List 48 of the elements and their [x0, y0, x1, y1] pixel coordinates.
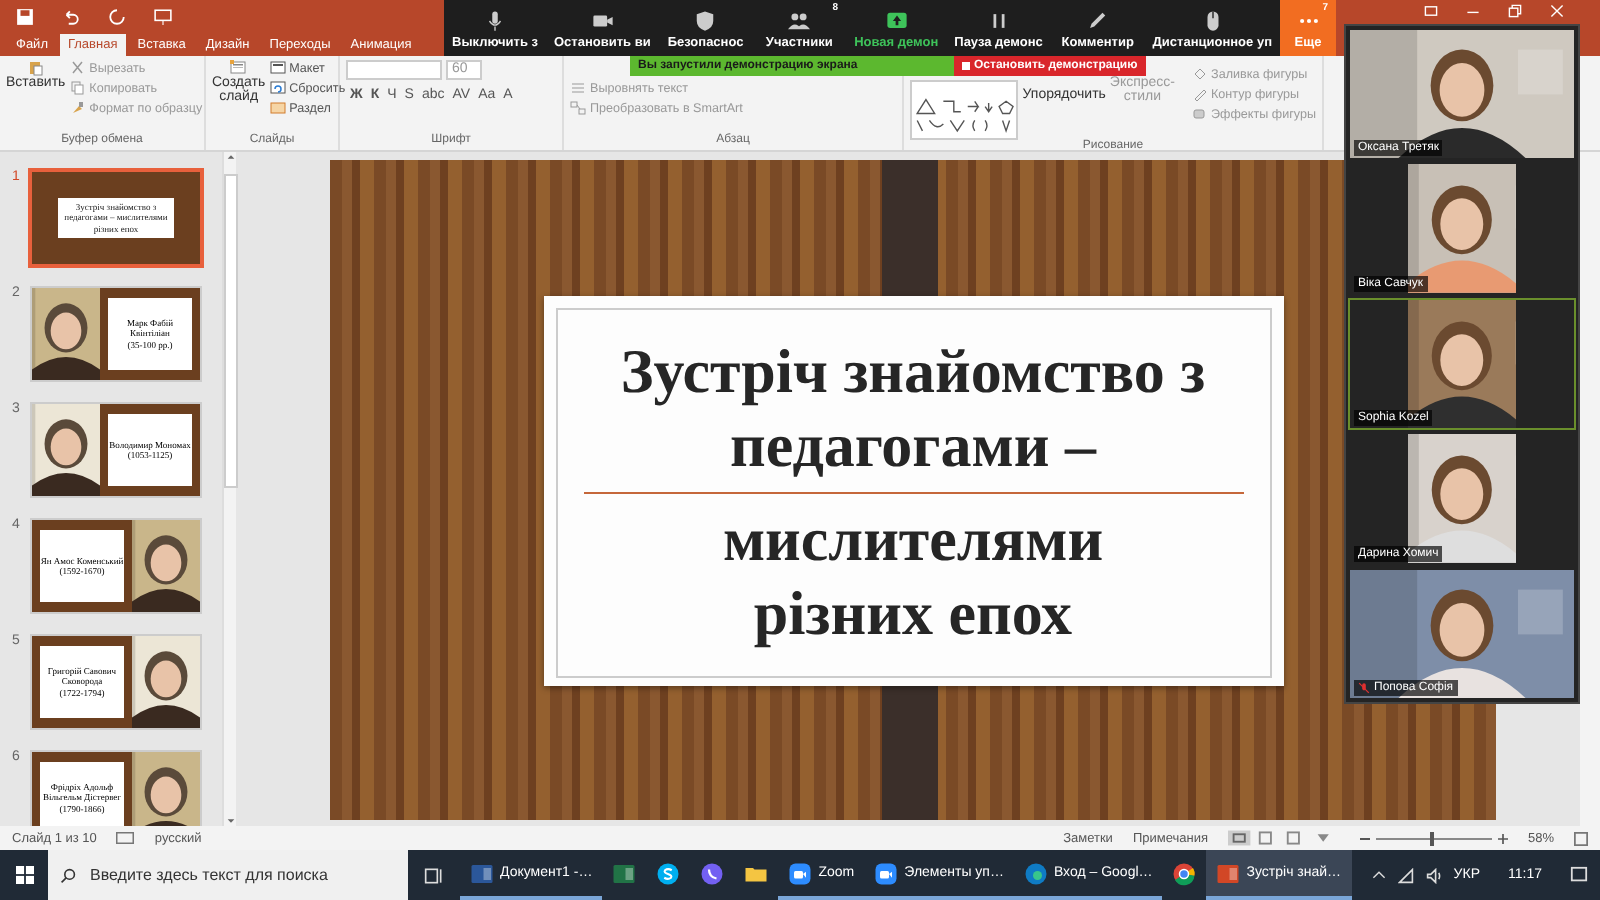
fit-window-icon[interactable]	[1574, 831, 1588, 845]
participants-icon	[788, 10, 811, 32]
search-icon	[60, 867, 76, 883]
wifi-icon[interactable]	[1397, 867, 1414, 883]
font-name-field[interactable]	[346, 60, 442, 80]
slide-title: мислителями різних епох	[720, 501, 1106, 650]
restore-icon[interactable]	[1508, 4, 1522, 18]
chevron-up-icon[interactable]	[1371, 868, 1386, 882]
outline-icon	[1191, 86, 1208, 102]
skype-icon	[656, 861, 681, 885]
brush-icon	[69, 100, 86, 116]
shapes-gallery[interactable]	[910, 80, 1019, 140]
copy-icon	[69, 80, 86, 96]
zoom-icon	[874, 861, 899, 885]
redo-icon[interactable]	[108, 7, 126, 25]
word-app-icon	[470, 861, 494, 885]
powerpoint-icon	[1216, 861, 1241, 885]
scrollbar[interactable]	[1580, 152, 1600, 826]
microphone-icon	[484, 10, 506, 32]
task-view-icon[interactable]	[424, 865, 444, 885]
effects-icon	[1191, 106, 1208, 122]
notifications-icon[interactable]	[1570, 866, 1588, 884]
edge-icon	[1023, 861, 1048, 885]
search-input[interactable]: Введите здесь текст для поиска	[86, 864, 396, 886]
save-icon[interactable]	[16, 7, 34, 25]
bucket-icon	[1191, 66, 1208, 82]
zoom-slider-thumb[interactable]	[1430, 831, 1435, 845]
close-icon[interactable]	[1550, 4, 1564, 18]
zoom-in-icon[interactable]	[1497, 833, 1508, 843]
presentation-icon[interactable]	[154, 7, 172, 25]
reset-icon	[269, 80, 286, 96]
chrome-icon	[1172, 861, 1197, 885]
excel-app-icon	[612, 861, 637, 885]
section-icon	[269, 100, 286, 116]
shield-icon	[694, 10, 717, 32]
windows-logo-icon	[15, 866, 33, 884]
window-icon[interactable]	[1424, 4, 1438, 18]
zoom-icon	[788, 861, 813, 885]
share-screen-icon	[885, 10, 908, 32]
speaker-icon[interactable]	[1425, 867, 1442, 883]
taskbar-search-bar[interactable]: Введите здесь текст для поиска	[48, 850, 408, 900]
viber-icon	[700, 861, 725, 885]
cut-icon	[69, 60, 86, 76]
video-camera-icon	[591, 10, 614, 32]
undo-icon[interactable]	[62, 7, 80, 25]
scrollbar[interactable]	[222, 152, 236, 826]
smart-icon	[570, 100, 586, 116]
align-icon	[570, 80, 586, 96]
